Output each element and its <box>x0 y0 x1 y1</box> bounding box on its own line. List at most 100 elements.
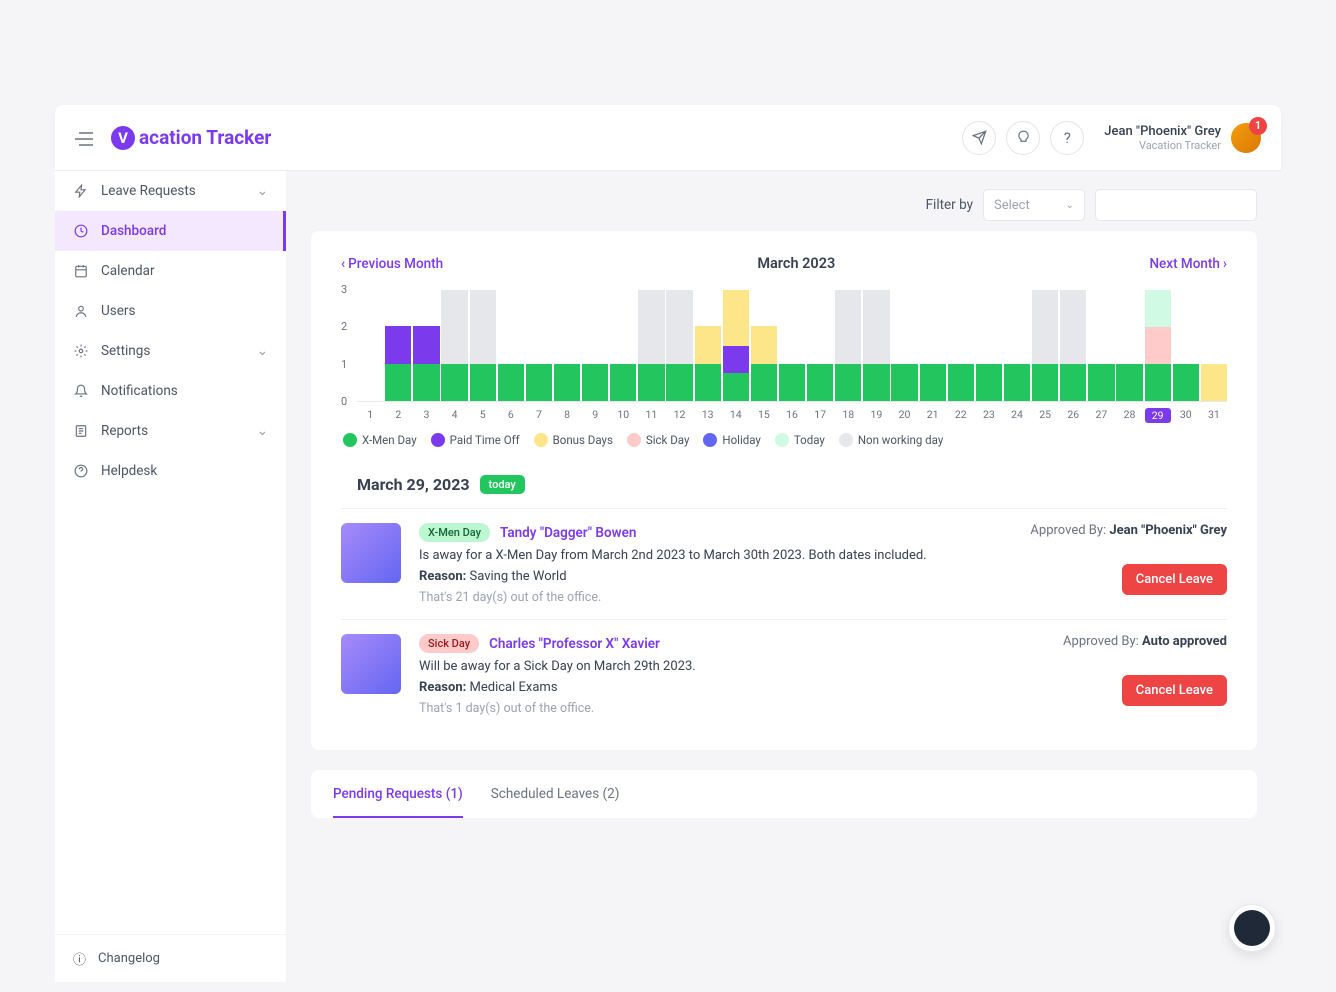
logo-icon: V <box>111 126 135 150</box>
chat-widget[interactable] <box>1228 904 1276 952</box>
leave-type-tag: X-Men Day <box>419 523 490 542</box>
sidebar-item-users[interactable]: Users <box>55 291 286 331</box>
menu-toggle-icon[interactable] <box>75 131 93 145</box>
filter-secondary[interactable] <box>1095 189 1257 221</box>
day-column <box>891 290 917 401</box>
sidebar-item-label: Leave Requests <box>101 183 196 199</box>
day-column <box>695 290 721 401</box>
sidebar-item-settings[interactable]: Settings ⌄ <box>55 331 286 371</box>
leave-meta: That's 1 day(s) out of the office. <box>419 701 1063 716</box>
sidebar-item-calendar[interactable]: Calendar <box>55 251 286 291</box>
day-column <box>357 290 383 401</box>
person-link[interactable]: Tandy "Dagger" Bowen <box>500 525 636 541</box>
x-tick: 31 <box>1201 408 1227 423</box>
day-column <box>526 290 552 401</box>
next-month-button[interactable]: Next Month› <box>1149 256 1227 272</box>
day-column <box>976 290 1002 401</box>
user-org: Vacation Tracker <box>1104 139 1221 152</box>
day-column <box>470 290 496 401</box>
day-column <box>1032 290 1058 401</box>
day-column <box>835 290 861 401</box>
x-tick: 1 <box>357 408 383 423</box>
sidebar-item-helpdesk[interactable]: Helpdesk <box>55 451 286 491</box>
x-tick: 14 <box>723 408 749 423</box>
filter-select[interactable]: Select ⌄ <box>983 189 1085 221</box>
legend-item: Non working day <box>839 433 943 447</box>
section-date: March 29, 2023 today <box>357 475 1227 494</box>
leave-row: X-Men Day Tandy "Dagger" Bowen Is away f… <box>341 508 1227 619</box>
avatar: 1 <box>1231 123 1261 153</box>
legend-item: Paid Time Off <box>431 433 520 447</box>
users-icon <box>73 303 89 319</box>
tab-scheduled[interactable]: Scheduled Leaves (2) <box>491 770 620 818</box>
day-column <box>1004 290 1030 401</box>
day-column <box>554 290 580 401</box>
tab-pending[interactable]: Pending Requests (1) <box>333 770 463 818</box>
day-column <box>1116 290 1142 401</box>
day-column <box>1088 290 1114 401</box>
chevron-down-icon: ⌄ <box>257 343 268 359</box>
x-tick: 19 <box>863 408 889 423</box>
sidebar-item-reports[interactable]: Reports⌄ <box>55 411 286 451</box>
day-column <box>751 290 777 401</box>
x-tick: 11 <box>638 408 664 423</box>
calendar-card: ‹Previous Month March 2023 Next Month› 3… <box>311 231 1257 750</box>
x-tick: 24 <box>1004 408 1030 423</box>
legend-item: Holiday <box>703 433 760 447</box>
x-tick: 10 <box>610 408 636 423</box>
x-tick: 23 <box>976 408 1002 423</box>
leave-type-tag: Sick Day <box>419 634 479 653</box>
sidebar-item-label: Settings <box>101 343 150 359</box>
filter-label: Filter by <box>926 197 973 213</box>
approved-by: Approved By: Auto approved <box>1063 634 1227 649</box>
x-tick: 30 <box>1173 408 1199 423</box>
settings-icon <box>73 343 89 359</box>
day-column <box>638 290 664 401</box>
sidebar-item-label: Reports <box>101 423 148 439</box>
x-tick: 13 <box>695 408 721 423</box>
x-tick: 16 <box>779 408 805 423</box>
sidebar-item-changelog[interactable]: ⓘ Changelog <box>55 934 286 982</box>
chevron-right-icon: › <box>1223 256 1227 272</box>
logo[interactable]: V acation Tracker <box>111 126 271 150</box>
lightbulb-icon[interactable] <box>1006 121 1040 155</box>
x-tick: 8 <box>554 408 580 423</box>
day-column <box>441 290 467 401</box>
day-column <box>582 290 608 401</box>
x-tick: 6 <box>498 408 524 423</box>
dashboard-icon <box>73 223 89 239</box>
leave-chart: 3210 12345678910111213141516171819202122… <box>341 290 1227 447</box>
user-name: Jean "Phoenix" Grey <box>1104 124 1221 139</box>
send-icon[interactable] <box>962 121 996 155</box>
prev-month-button[interactable]: ‹Previous Month <box>341 256 443 272</box>
leave-description: Is away for a X-Men Day from March 2nd 2… <box>419 548 1030 563</box>
sidebar-item-label: Notifications <box>101 383 178 399</box>
person-link[interactable]: Charles "Professor X" Xavier <box>489 636 660 652</box>
sidebar-item-dashboard[interactable]: Dashboard <box>55 211 286 251</box>
cancel-leave-button[interactable]: Cancel Leave <box>1122 564 1227 595</box>
day-column <box>863 290 889 401</box>
user-menu[interactable]: Jean "Phoenix" Grey Vacation Tracker 1 <box>1104 123 1261 153</box>
cancel-leave-button[interactable]: Cancel Leave <box>1122 675 1227 706</box>
requests-card: Pending Requests (1) Scheduled Leaves (2) <box>311 770 1257 818</box>
helpdesk-icon <box>73 463 89 479</box>
today-badge: today <box>480 475 525 494</box>
x-tick: 20 <box>891 408 917 423</box>
month-title: March 2023 <box>757 255 835 272</box>
x-tick: 7 <box>526 408 552 423</box>
leave-requests-icon <box>73 183 89 199</box>
topbar: V acation Tracker ? Jean "Phoenix" Grey … <box>55 105 1281 170</box>
day-column <box>920 290 946 401</box>
sidebar-item-label: Helpdesk <box>101 463 157 479</box>
filter-row: Filter by Select ⌄ <box>287 171 1281 231</box>
day-column <box>1201 290 1227 401</box>
x-tick: 21 <box>920 408 946 423</box>
sidebar-item-leave-requests[interactable]: Leave Requests⌄ <box>55 171 286 211</box>
leave-reason: Reason: Saving the World <box>419 569 1030 584</box>
x-tick: 4 <box>441 408 467 423</box>
help-icon[interactable]: ? <box>1050 121 1084 155</box>
leave-avatar <box>341 634 401 694</box>
calendar-icon <box>73 263 89 279</box>
content: Filter by Select ⌄ ‹Previous Month March… <box>287 171 1281 982</box>
sidebar-item-notifications[interactable]: Notifications <box>55 371 286 411</box>
